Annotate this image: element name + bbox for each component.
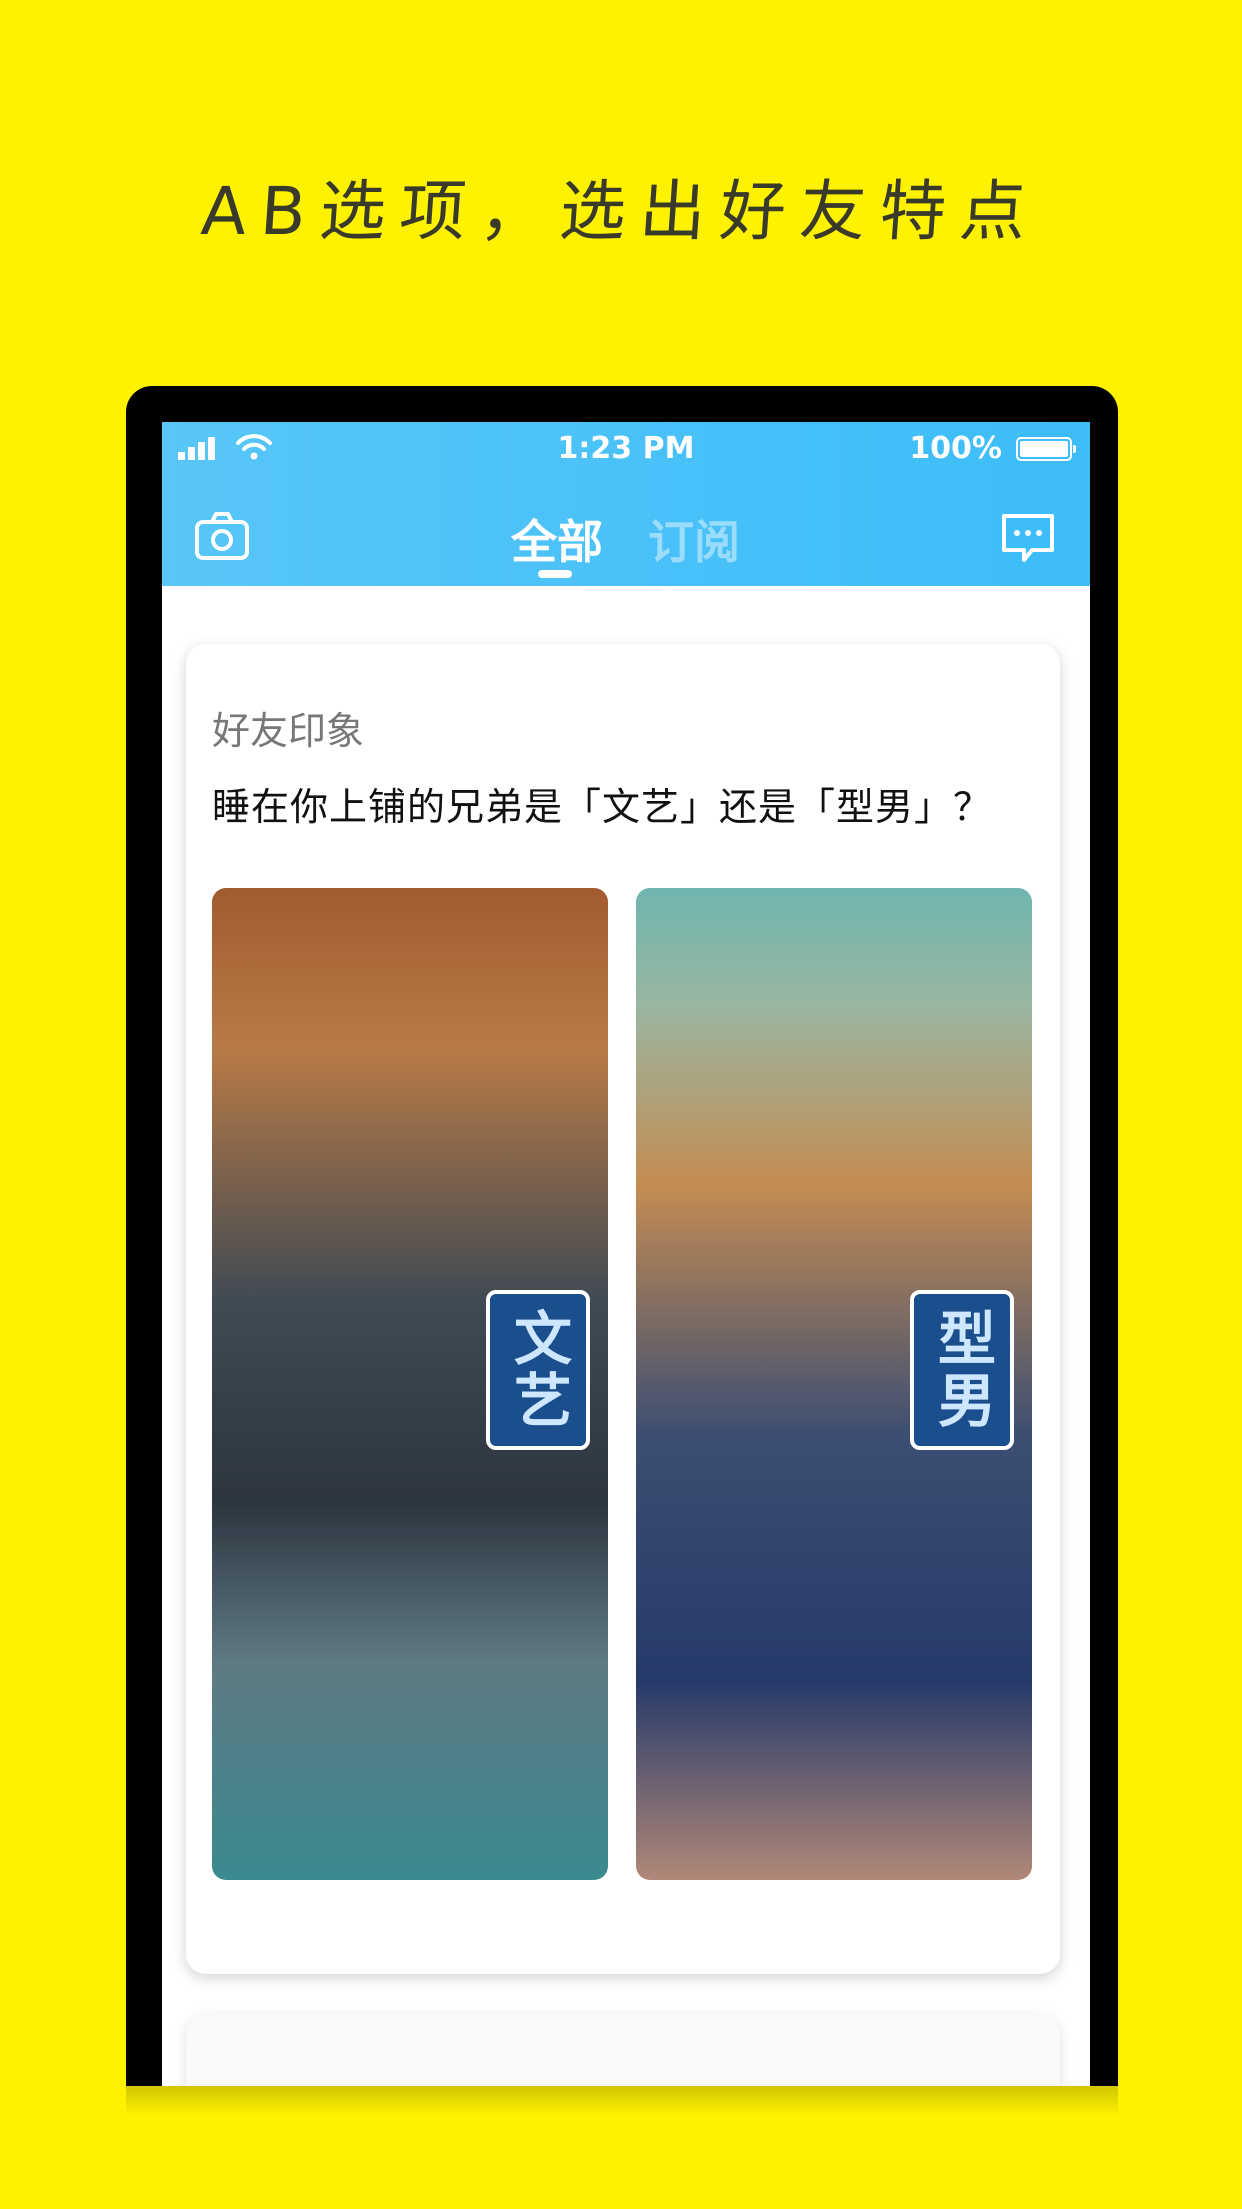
option-a-tag: 文艺 <box>486 1290 590 1450</box>
camera-icon[interactable] <box>194 510 250 562</box>
status-bar: 1:23 PM 100% <box>162 422 1090 472</box>
app-header: 1:23 PM 100% 全部 订阅 <box>162 422 1090 586</box>
card-category: 好友印象 <box>212 709 365 753</box>
tab-subscribe[interactable]: 订阅 <box>648 506 740 572</box>
app-screen: 1:23 PM 100% 全部 订阅 好友印象 睡在你上铺的兄弟是「文艺」还是「… <box>162 422 1090 2086</box>
tab-all[interactable]: 全部 <box>511 506 603 572</box>
card-question: 睡在你上铺的兄弟是「文艺」还是「型男」？ <box>212 785 993 829</box>
message-icon[interactable] <box>1000 510 1056 566</box>
option-a-photo[interactable]: 文艺 <box>212 888 608 1880</box>
tab-indicator <box>538 570 572 578</box>
next-card <box>186 2014 1060 2086</box>
question-card: 好友印象 睡在你上铺的兄弟是「文艺」还是「型男」？ 文艺 型男 <box>186 644 1060 1974</box>
headline: AB选项，选出好友特点 <box>198 173 1043 250</box>
option-b-photo[interactable]: 型男 <box>636 888 1032 1880</box>
battery-icon <box>1016 437 1076 461</box>
phone-shadow <box>126 2086 1118 2116</box>
battery-percent: 100% <box>909 431 1002 466</box>
option-b-tag: 型男 <box>910 1290 1014 1450</box>
